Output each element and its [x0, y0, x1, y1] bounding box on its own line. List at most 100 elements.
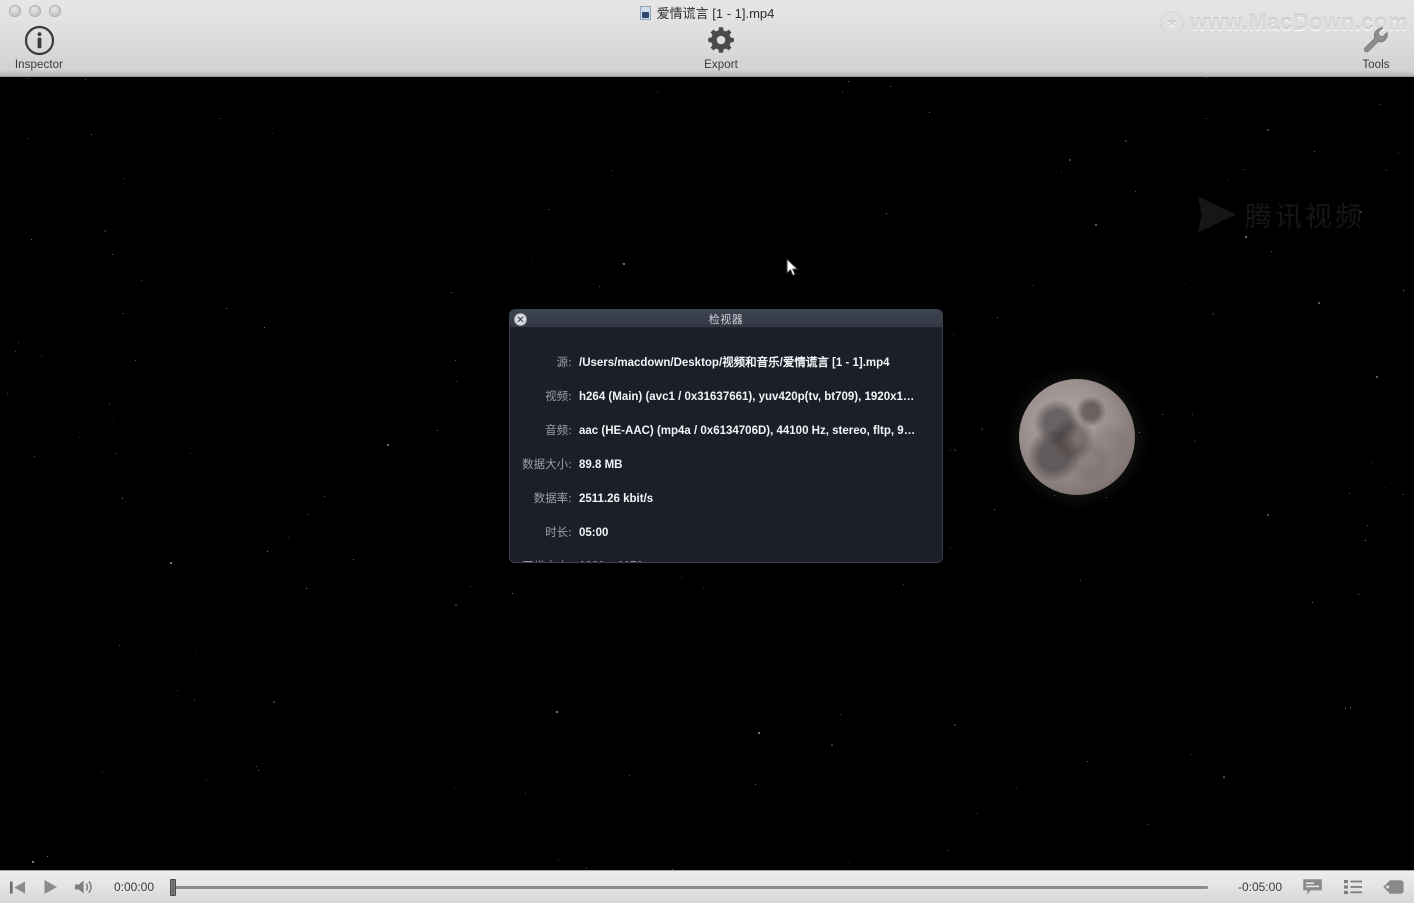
star: [1358, 593, 1360, 595]
inspector-row-label: 视频:: [545, 389, 572, 403]
star: [1190, 754, 1192, 756]
star: [1372, 462, 1374, 464]
star: [305, 587, 307, 589]
window-title-text: 爱情谎言 [1 - 1].mp4: [656, 6, 775, 21]
tools-button[interactable]: Tools: [1345, 22, 1407, 71]
star: [820, 173, 822, 175]
star: [1061, 171, 1063, 173]
star: [1270, 251, 1272, 253]
play-button[interactable]: [34, 879, 66, 895]
star: [1359, 211, 1362, 214]
play-icon: [44, 880, 57, 894]
star: [946, 850, 948, 852]
scrubber-handle[interactable]: [170, 879, 176, 896]
inspector-row: 源: /Users/macdown/Desktop/视频和音乐/爱情谎言 [1 -…: [510, 354, 942, 370]
star: [1311, 601, 1313, 603]
star: [830, 743, 833, 746]
star: [1127, 733, 1129, 735]
subtitles-button[interactable]: [1290, 878, 1334, 896]
video-document-icon: [639, 5, 651, 20]
star: [840, 714, 842, 716]
star: [1154, 489, 1156, 491]
playlist-button[interactable]: [1334, 879, 1372, 895]
video-canvas[interactable]: 腾讯视频 ✕ 检视器 源: /Users/macdown/Desktop/视频和音…: [0, 77, 1414, 870]
star: [825, 760, 827, 762]
skip-to-start-button[interactable]: [0, 880, 34, 895]
star: [1206, 77, 1208, 79]
star: [137, 449, 139, 451]
inspector-panel[interactable]: ✕ 检视器 源: /Users/macdown/Desktop/视频和音乐/爱情谎…: [509, 309, 943, 563]
inspector-row-label: 数据率:: [533, 491, 572, 505]
star: [33, 455, 35, 457]
star: [132, 437, 134, 439]
star: [263, 327, 265, 329]
export-button[interactable]: Export: [678, 22, 764, 71]
star: [890, 86, 892, 88]
star: [255, 766, 257, 768]
star: [220, 118, 222, 120]
star: [134, 359, 136, 361]
star: [104, 229, 107, 232]
star: [342, 268, 344, 270]
star: [455, 380, 457, 382]
star: [1350, 706, 1352, 708]
star: [27, 77, 29, 79]
inspector-row-value: 05:00: [579, 527, 609, 539]
star: [112, 420, 114, 422]
inspector-row-label: 数据大小:: [522, 457, 572, 471]
star: [1134, 190, 1136, 192]
star: [703, 587, 705, 589]
star: [975, 813, 977, 815]
inspector-row-value: /Users/macdown/Desktop/视频和音乐/爱情谎言 [1 - 1…: [579, 357, 890, 369]
tag-button[interactable]: [1372, 879, 1414, 895]
star: [271, 132, 273, 134]
inspector-row-value: 89.8 MB: [579, 459, 623, 471]
star: [599, 285, 601, 287]
star: [848, 862, 850, 864]
star: [84, 78, 86, 80]
star: [189, 453, 191, 455]
star: [1147, 823, 1149, 825]
inspector-row-value: 1920 x 1072: [579, 561, 643, 562]
inspector-row: 正常大小:1920 x 1072: [510, 558, 942, 562]
inspector-title: 检视器: [708, 313, 744, 326]
star: [30, 239, 32, 241]
star: [288, 537, 290, 539]
star: [585, 867, 587, 869]
star: [1257, 374, 1259, 376]
volume-button[interactable]: [66, 879, 102, 895]
inspector-button[interactable]: Inspector: [0, 22, 82, 71]
inspector-row-label: 源:: [556, 355, 572, 369]
star: [1094, 224, 1097, 227]
scrubber-track[interactable]: [170, 886, 1208, 889]
star: [1267, 129, 1270, 132]
star: [1054, 494, 1056, 496]
inspector-row: 视频: h264 (Main) (avc1 / 0x31637661), yuv4…: [510, 388, 942, 404]
star: [1069, 159, 1072, 162]
star: [996, 316, 998, 318]
inspector-row: 时长: 05:00: [510, 524, 942, 540]
playlist-icon: [1344, 880, 1362, 894]
close-icon[interactable]: ✕: [514, 313, 527, 326]
star: [119, 644, 121, 646]
inspector-label: Inspector: [14, 59, 64, 71]
star: [1266, 514, 1269, 517]
mouse-cursor: [786, 257, 799, 277]
star: [273, 701, 276, 704]
current-time-label: 0:00:00: [113, 880, 155, 894]
star: [524, 793, 526, 795]
tencent-watermark-text: 腾讯视频: [1245, 202, 1365, 233]
skip-to-start-icon: [9, 881, 25, 893]
star: [1384, 486, 1386, 488]
star: [225, 308, 227, 310]
star: [1156, 552, 1158, 554]
scrubber[interactable]: [170, 877, 1208, 897]
star: [450, 291, 452, 293]
star: [629, 775, 631, 777]
star: [1345, 708, 1347, 710]
star: [170, 562, 173, 565]
star: [27, 138, 29, 140]
subtitles-icon: [1302, 879, 1322, 895]
inspector-row: 音频: aac (HE-AAC) (mp4a / 0x6134706D), 441…: [510, 422, 942, 438]
star: [1138, 431, 1140, 433]
